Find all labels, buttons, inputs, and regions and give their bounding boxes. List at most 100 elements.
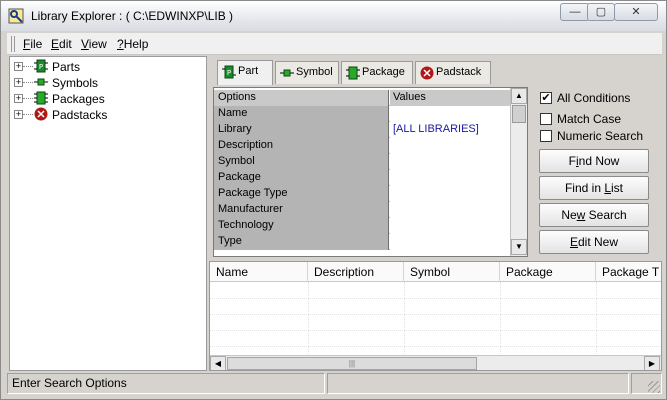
svg-text:P: P	[39, 63, 43, 71]
tab-package[interactable]: Package	[341, 61, 413, 84]
grid-row-library[interactable]: Library [ALL LIBRARIES]	[214, 122, 510, 138]
tab-padstack[interactable]: Padstack	[415, 61, 491, 84]
symbol-icon	[34, 78, 48, 86]
tab-symbol[interactable]: Symbol	[275, 61, 339, 84]
grid-header: Options Values	[214, 90, 510, 106]
find-now-button[interactable]: Find Now	[539, 149, 649, 173]
search-options-grid: Options Values Name Library [ALL LIBRARI…	[213, 87, 528, 257]
status-text: Enter Search Options	[7, 373, 325, 394]
scroll-thumb[interactable]	[512, 105, 526, 123]
expand-icon[interactable]: +	[14, 62, 23, 71]
all-conditions-checkbox[interactable]: ✔	[540, 92, 552, 104]
grid-option-label: Symbol	[214, 154, 389, 170]
tree-item-label: Packages	[52, 92, 105, 106]
grid-value-field[interactable]	[390, 138, 510, 154]
match-case-checkbox[interactable]	[540, 113, 552, 125]
resize-grip-icon[interactable]	[648, 381, 660, 393]
grid-option-label: Type	[214, 234, 389, 250]
grid-row-symbol[interactable]: Symbol	[214, 154, 510, 170]
title-bar[interactable]: Library Explorer : ( C:\EDWINXP\LIB ) — …	[1, 1, 666, 31]
expand-icon[interactable]: +	[14, 78, 23, 87]
tab-label: Part	[238, 65, 259, 77]
menu-edit[interactable]: Edit	[51, 37, 72, 51]
scroll-right-icon[interactable]: ▶	[644, 356, 660, 370]
menu-help[interactable]: ?Help	[117, 37, 148, 51]
numeric-search-checkbox[interactable]	[540, 130, 552, 142]
package-icon	[34, 91, 48, 105]
all-conditions-label: All Conditions	[557, 91, 631, 105]
grid-option-label: Name	[214, 106, 389, 122]
menu-file[interactable]: File	[23, 37, 42, 51]
grid-value-field[interactable]	[390, 170, 510, 186]
part-icon: P	[222, 65, 236, 79]
column-header-description[interactable]: Description	[308, 262, 404, 282]
scroll-left-icon[interactable]: ◀	[210, 356, 226, 370]
grid-header-values: Values	[390, 90, 510, 106]
edit-new-button[interactable]: Edit New	[539, 230, 649, 254]
status-pane-2	[327, 373, 629, 394]
library-explorer-window: Library Explorer : ( C:\EDWINXP\LIB ) — …	[0, 0, 667, 400]
grid-row-name[interactable]: Name	[214, 106, 510, 122]
results-header: Name Description Symbol Package Package …	[210, 262, 661, 282]
expand-icon[interactable]: +	[14, 94, 23, 103]
grid-value-field[interactable]	[390, 154, 510, 170]
results-list[interactable]: Name Description Symbol Package Package …	[209, 261, 662, 371]
close-button[interactable]: ✕	[614, 3, 658, 21]
symbol-icon	[280, 69, 294, 77]
results-horizontal-scrollbar[interactable]: ◀ ||| ▶	[210, 355, 661, 370]
grid-row-manufacturer[interactable]: Manufacturer	[214, 202, 510, 218]
menu-bar: File Edit View ?Help	[7, 33, 662, 55]
tree-item-label: Padstacks	[52, 108, 108, 122]
grid-row-type[interactable]: Type	[214, 234, 510, 250]
grid-option-label: Library	[214, 122, 389, 138]
scroll-thumb[interactable]: |||	[227, 357, 477, 370]
new-search-button[interactable]: New Search	[539, 203, 649, 227]
minimize-button[interactable]: —	[560, 3, 590, 21]
grid-row-technology[interactable]: Technology	[214, 218, 510, 234]
status-bar: Enter Search Options	[7, 373, 662, 395]
grid-option-label: Description	[214, 138, 389, 154]
tree-item-label: Parts	[52, 60, 81, 74]
scroll-down-icon[interactable]: ▼	[511, 239, 527, 255]
library-tree[interactable]: + P Parts + Symbols + Packages + Padstac…	[9, 56, 207, 371]
grid-vertical-scrollbar[interactable]: ▲ ▼	[510, 88, 527, 256]
expand-icon[interactable]: +	[14, 110, 23, 119]
tab-label: Package	[362, 66, 405, 78]
column-header-package-type[interactable]: Package T	[596, 262, 661, 282]
maximize-button[interactable]: ▢	[587, 3, 615, 21]
grid-row-package[interactable]: Package	[214, 170, 510, 186]
grid-value-field[interactable]	[390, 186, 510, 202]
scroll-up-icon[interactable]: ▲	[511, 88, 527, 104]
tab-label: Padstack	[436, 66, 482, 78]
column-header-name[interactable]: Name	[210, 262, 308, 282]
svg-text:P: P	[227, 69, 231, 77]
grid-value-field[interactable]	[390, 234, 510, 250]
menu-grip[interactable]	[11, 36, 15, 52]
tab-part[interactable]: P Part	[217, 60, 273, 85]
find-in-list-button[interactable]: Find in List	[539, 176, 649, 200]
grid-value-field[interactable]: [ALL LIBRARIES]	[390, 122, 510, 138]
grid-option-label: Package Type	[214, 186, 389, 202]
numeric-search-label: Numeric Search	[557, 129, 644, 143]
window-title: Library Explorer : ( C:\EDWINXP\LIB )	[31, 9, 234, 23]
grid-value-field[interactable]	[390, 202, 510, 218]
grid-row-description[interactable]: Description	[214, 138, 510, 154]
grid-option-label: Package	[214, 170, 389, 186]
grid-row-package-type[interactable]: Package Type	[214, 186, 510, 202]
package-icon	[346, 66, 360, 80]
grid-option-label: Manufacturer	[214, 202, 389, 218]
tree-item-label: Symbols	[52, 76, 99, 90]
grid-header-options: Options	[214, 90, 389, 106]
part-icon: P	[34, 59, 48, 73]
tab-label: Symbol	[296, 66, 333, 78]
grid-option-label: Technology	[214, 218, 389, 234]
column-header-symbol[interactable]: Symbol	[404, 262, 500, 282]
match-case-label: Match Case	[557, 112, 622, 126]
column-header-package[interactable]: Package	[500, 262, 596, 282]
grid-value-field[interactable]	[390, 106, 510, 122]
padstack-icon	[420, 66, 434, 80]
menu-view[interactable]: View	[81, 37, 107, 51]
app-icon	[8, 8, 24, 24]
grid-value-field[interactable]	[390, 218, 510, 234]
padstack-icon	[34, 107, 48, 121]
